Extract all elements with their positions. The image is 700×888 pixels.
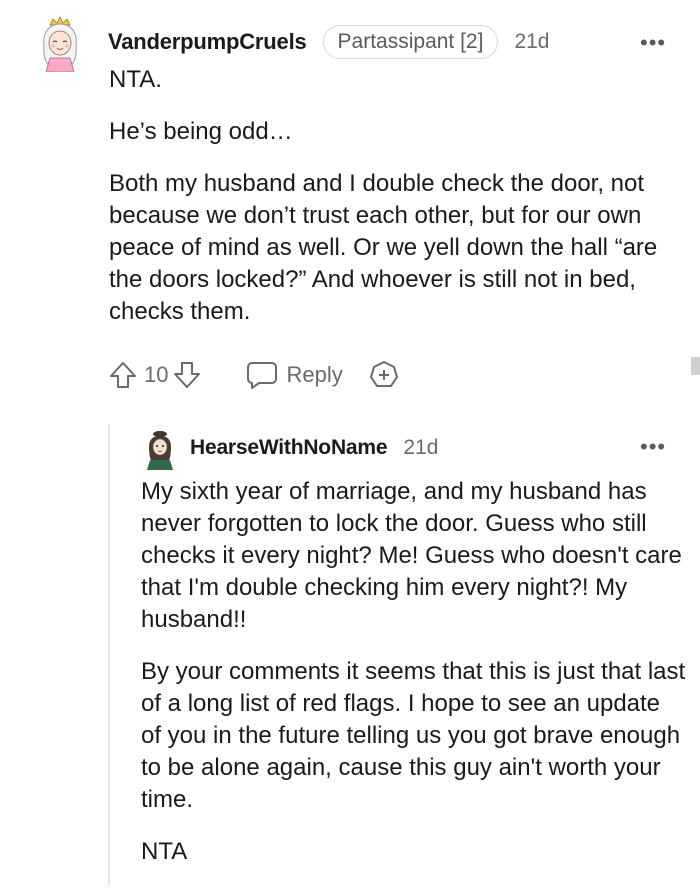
more-options-icon[interactable]: ••• xyxy=(640,434,666,460)
avatar-character-icon xyxy=(147,431,173,470)
avatar[interactable] xyxy=(36,16,84,73)
upvote-icon[interactable] xyxy=(108,360,138,390)
comment-paragraph: NTA xyxy=(141,838,188,865)
comment-paragraph: He’s being odd… xyxy=(109,118,293,145)
comment-header: VanderpumpCruels Partassipant [2] 21d xyxy=(108,25,550,59)
comment-body: My sixth year of marriage, and my husban… xyxy=(141,476,686,888)
comment-paragraph: Both my husband and I double check the d… xyxy=(109,170,658,325)
username[interactable]: HearseWithNoName xyxy=(190,436,388,460)
scrollbar-thumb[interactable] xyxy=(691,357,700,375)
timestamp: 21d xyxy=(403,436,439,459)
comment-paragraph: By your comments it seems that this is j… xyxy=(141,658,686,813)
reply-label: Reply xyxy=(286,362,343,387)
comment-actions: 10 Reply xyxy=(108,358,399,392)
user-flair: Partassipant [2] xyxy=(322,25,499,59)
timestamp: 21d xyxy=(514,30,550,53)
comment-paragraph: My sixth year of marriage, and my husban… xyxy=(141,478,682,633)
comment-paragraph: NTA. xyxy=(109,66,162,93)
avatar[interactable] xyxy=(143,428,177,470)
avatar-princess-icon xyxy=(43,16,77,73)
comment-body: NTA. He’s being odd… Both my husband and… xyxy=(109,64,689,348)
vote-count: 10 xyxy=(144,362,169,387)
username[interactable]: VanderpumpCruels xyxy=(108,29,307,55)
downvote-icon[interactable] xyxy=(172,360,202,390)
reply-icon xyxy=(247,362,278,389)
thread-line[interactable] xyxy=(108,424,110,885)
comment-header: HearseWithNoName 21d xyxy=(190,433,438,463)
reply-button[interactable]: Reply xyxy=(246,360,343,390)
award-icon[interactable] xyxy=(369,360,399,390)
more-options-icon[interactable]: ••• xyxy=(640,30,666,56)
